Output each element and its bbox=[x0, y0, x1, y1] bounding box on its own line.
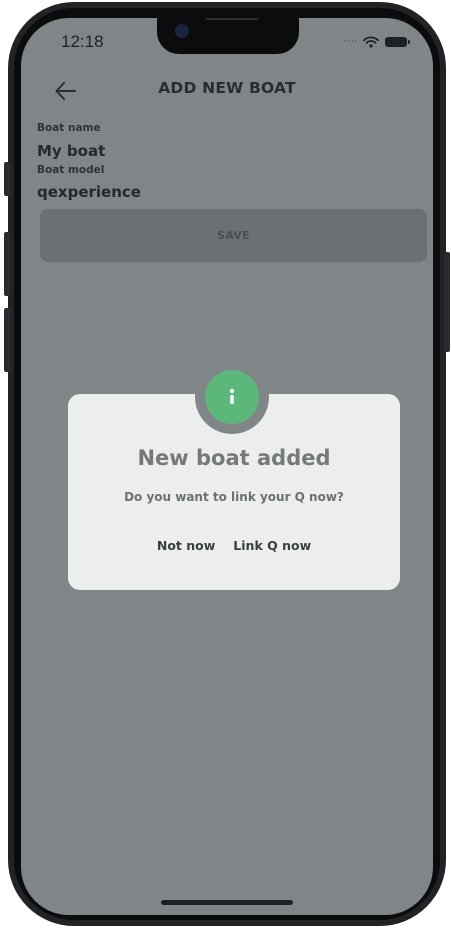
signal-dots-icon: ····· bbox=[342, 37, 357, 47]
wifi-icon bbox=[363, 36, 379, 48]
volume-down-button bbox=[4, 308, 10, 372]
volume-up-button bbox=[4, 232, 10, 296]
dialog-actions: Not now Link Q now bbox=[68, 534, 400, 557]
dialog-message: Do you want to link your Q now? bbox=[124, 490, 344, 504]
boat-name-label: Boat name bbox=[37, 122, 101, 134]
link-q-now-button[interactable]: Link Q now bbox=[233, 534, 311, 557]
boat-name-field[interactable]: My boat bbox=[37, 142, 105, 160]
power-button bbox=[444, 252, 450, 352]
status-time: 12:18 bbox=[61, 32, 104, 51]
boat-model-label: Boat model bbox=[37, 164, 105, 176]
info-glyph-icon bbox=[229, 388, 235, 404]
info-icon bbox=[205, 370, 259, 424]
dialog-title: New boat added bbox=[137, 446, 331, 470]
mute-switch bbox=[4, 162, 10, 196]
notch bbox=[157, 18, 299, 54]
boat-model-field[interactable]: qexperience bbox=[37, 183, 141, 201]
earpiece-speaker bbox=[205, 18, 259, 20]
screen: 12:18 ····· ADD NEW BOAT Boat name My bo… bbox=[21, 18, 433, 915]
battery-icon bbox=[385, 37, 410, 47]
front-camera bbox=[175, 24, 189, 38]
status-icons: ····· bbox=[342, 36, 410, 48]
page-title: ADD NEW BOAT bbox=[158, 79, 296, 97]
save-button[interactable]: SAVE bbox=[40, 209, 427, 262]
canvas: 12:18 ····· ADD NEW BOAT Boat name My bo… bbox=[0, 0, 451, 931]
not-now-button[interactable]: Not now bbox=[157, 534, 215, 557]
home-indicator[interactable] bbox=[161, 900, 293, 905]
